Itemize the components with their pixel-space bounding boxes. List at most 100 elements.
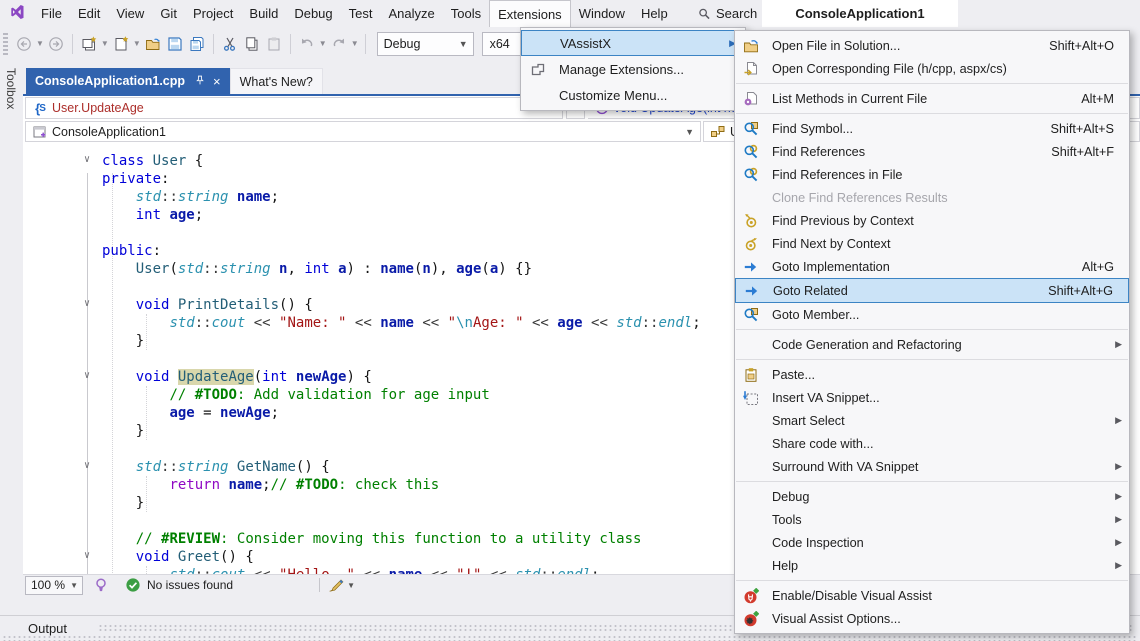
- redo-button[interactable]: [331, 36, 347, 52]
- copy-icon: [244, 36, 260, 52]
- zoom-level-combo[interactable]: 100 % ▼: [25, 576, 83, 595]
- menu-item-customize-menu[interactable]: Customize Menu...: [521, 82, 745, 108]
- menu-item-label: Goto Related: [773, 284, 848, 298]
- menu-item-code-inspection[interactable]: Code Inspection▶: [735, 531, 1129, 554]
- paste-button[interactable]: [266, 36, 282, 52]
- find-references-icon: [743, 144, 759, 160]
- toolbar-grip[interactable]: [3, 33, 8, 55]
- menu-build[interactable]: Build: [241, 0, 286, 27]
- menu-separator: [736, 329, 1128, 330]
- menu-item-goto-related[interactable]: Goto Related Shift+Alt+G: [735, 278, 1129, 303]
- menu-item-find-previous-by-context[interactable]: Find Previous by Context: [735, 209, 1129, 232]
- menu-item-tools[interactable]: Tools▶: [735, 508, 1129, 531]
- menu-item-code-generation-and-refactoring[interactable]: Code Generation and Refactoring▶: [735, 333, 1129, 356]
- chevron-down-icon[interactable]: ▼: [347, 581, 355, 590]
- menu-item-find-symbol[interactable]: Find Symbol...Shift+Alt+S: [735, 117, 1129, 140]
- menu-analyze[interactable]: Analyze: [380, 0, 442, 27]
- chevron-down-icon[interactable]: ▼: [133, 39, 141, 48]
- va-context-text: User.UpdateAge: [52, 101, 144, 115]
- panel-drag-texture: [2, 635, 1138, 641]
- feedback-icon[interactable]: [93, 577, 109, 593]
- menu-item-shortcut: Alt+M: [1081, 92, 1129, 106]
- menu-item-list-methods-in-current-file[interactable]: List Methods in Current FileAlt+M: [735, 87, 1129, 110]
- nav-forward-button[interactable]: [48, 36, 64, 52]
- tab-what-s-new[interactable]: What's New?: [230, 68, 323, 94]
- menu-item-find-next-by-context[interactable]: Find Next by Context: [735, 232, 1129, 255]
- new-item-button[interactable]: [113, 36, 129, 52]
- find-next-context-icon: [743, 236, 759, 252]
- tab-consoleapplication1-cpp[interactable]: ConsoleApplication1.cpp×: [26, 68, 230, 94]
- menu-item-share-code-with[interactable]: Share code with...: [735, 432, 1129, 455]
- menu-item-label: Manage Extensions...: [559, 62, 684, 77]
- solution-configuration-combo[interactable]: Debug ▼: [377, 32, 474, 56]
- menu-edit[interactable]: Edit: [70, 0, 108, 27]
- cut-button[interactable]: [222, 36, 238, 52]
- menu-item-surround-with-va-snippet[interactable]: Surround With VA Snippet▶: [735, 455, 1129, 478]
- menu-item-label: Smart Select: [772, 414, 845, 428]
- submenu-arrow-icon: ▶: [1115, 537, 1122, 548]
- cpp-project-icon: [32, 124, 48, 140]
- menu-item-insert-va-snippet[interactable]: Insert VA Snippet...: [735, 386, 1129, 409]
- open-folder-button[interactable]: [145, 36, 161, 52]
- chevron-down-icon[interactable]: ▼: [319, 39, 327, 48]
- cut-icon: [222, 36, 238, 52]
- issues-status-text[interactable]: No issues found: [147, 578, 233, 592]
- menu-bar: FileEditViewGitProjectBuildDebugTestAnal…: [33, 0, 676, 27]
- menu-item-paste[interactable]: Paste...: [735, 363, 1129, 386]
- menu-item-vassistx[interactable]: VAssistX▶: [521, 30, 745, 56]
- menu-item-shortcut: Shift+Alt+G: [1048, 284, 1128, 298]
- chevron-down-icon[interactable]: ▼: [351, 39, 359, 48]
- menu-item-visual-assist-options[interactable]: Visual Assist Options...: [735, 607, 1129, 630]
- menu-item-label: Open File in Solution...: [772, 39, 900, 53]
- menu-tools[interactable]: Tools: [443, 0, 489, 27]
- menu-project[interactable]: Project: [185, 0, 241, 27]
- menu-test[interactable]: Test: [341, 0, 381, 27]
- search-label: Search: [716, 6, 757, 21]
- menu-item-enable-disable-visual-assist[interactable]: Enable/Disable Visual Assist: [735, 584, 1129, 607]
- goto-arrow-icon: [743, 259, 759, 275]
- project-dropdown[interactable]: ConsoleApplication1 ▼: [25, 121, 701, 142]
- copy-button[interactable]: [244, 36, 260, 52]
- menu-item-smart-select[interactable]: Smart Select▶: [735, 409, 1129, 432]
- menu-window[interactable]: Window: [571, 0, 633, 27]
- code-cleanup-brush-icon[interactable]: [328, 577, 344, 593]
- menu-item-manage-extensions[interactable]: Manage Extensions...: [521, 56, 745, 82]
- save-icon: [167, 36, 183, 52]
- menu-item-label: Debug: [772, 490, 809, 504]
- platform-label: x64: [490, 37, 510, 51]
- menu-git[interactable]: Git: [152, 0, 185, 27]
- search-control[interactable]: Search ▾: [698, 0, 767, 27]
- menu-item-find-references[interactable]: Find ReferencesShift+Alt+F: [735, 140, 1129, 163]
- goto-arrow-icon: [744, 283, 760, 299]
- toolbar-separator: [213, 34, 214, 54]
- chevron-down-icon[interactable]: ▼: [101, 39, 109, 48]
- menu-item-goto-implementation[interactable]: Goto ImplementationAlt+G: [735, 255, 1129, 278]
- save-all-button[interactable]: [189, 36, 205, 52]
- menu-debug[interactable]: Debug: [286, 0, 340, 27]
- new-project-button[interactable]: [81, 36, 97, 52]
- toolbox-side-tab[interactable]: Toolbox: [0, 60, 24, 615]
- nav-back-button[interactable]: [16, 36, 32, 52]
- title-bar: FileEditViewGitProjectBuildDebugTestAnal…: [0, 0, 1140, 27]
- tab-label: What's New?: [240, 75, 313, 89]
- menu-item-find-references-in-file[interactable]: Find References in File: [735, 163, 1129, 186]
- undo-button[interactable]: [299, 36, 315, 52]
- menu-item-help[interactable]: Help▶: [735, 554, 1129, 577]
- menu-item-debug[interactable]: Debug▶: [735, 485, 1129, 508]
- chevron-down-icon[interactable]: ▼: [36, 39, 44, 48]
- menu-item-shortcut: Shift+Alt+S: [1051, 122, 1129, 136]
- menu-file[interactable]: File: [33, 0, 70, 27]
- submenu-arrow-icon: ▶: [1115, 514, 1122, 525]
- va-context-field[interactable]: {S User.UpdateAge ▼: [25, 97, 563, 119]
- menu-help[interactable]: Help: [633, 0, 676, 27]
- menu-extensions[interactable]: Extensions: [489, 0, 571, 27]
- close-icon[interactable]: ×: [213, 74, 221, 89]
- menu-view[interactable]: View: [108, 0, 152, 27]
- menu-item-open-corresponding-file-h-cpp-aspx-cs[interactable]: Open Corresponding File (h/cpp, aspx/cs): [735, 57, 1129, 80]
- menu-item-goto-member[interactable]: Goto Member...: [735, 303, 1129, 326]
- menu-item-shortcut: Shift+Alt+O: [1049, 39, 1129, 53]
- save-button[interactable]: [167, 36, 183, 52]
- menu-item-open-file-in-solution[interactable]: Open File in Solution... Shift+Alt+O: [735, 34, 1129, 57]
- new-project-icon: [81, 36, 97, 52]
- pin-icon[interactable]: [194, 75, 206, 88]
